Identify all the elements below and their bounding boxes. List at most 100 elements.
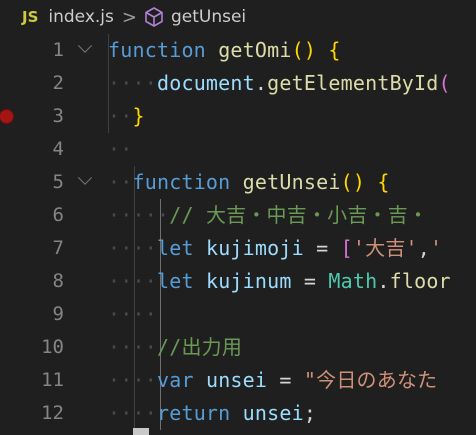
code-token: '大吉' bbox=[352, 236, 418, 260]
chevron-right-icon: > bbox=[121, 6, 137, 28]
code-text: ··} bbox=[108, 100, 145, 133]
line-number: 7 bbox=[52, 237, 64, 259]
line-number: 3 bbox=[52, 105, 64, 127]
code-token: getOmi bbox=[218, 38, 292, 62]
line-number: 1 bbox=[52, 39, 64, 61]
line-number: 2 bbox=[52, 72, 64, 94]
whitespace-dots: ···· bbox=[108, 368, 157, 392]
code-line[interactable]: 9 ···· bbox=[0, 298, 476, 331]
code-token: . bbox=[254, 71, 268, 95]
code-token: getElementById bbox=[267, 71, 439, 95]
whitespace-dots: ···· bbox=[108, 71, 157, 95]
code-token: // 大吉・中吉・小吉・吉・ bbox=[169, 203, 429, 227]
whitespace-dots: ···· bbox=[108, 335, 157, 359]
code-token: } bbox=[132, 104, 145, 128]
whitespace-dots: ···· bbox=[108, 236, 157, 260]
code-token: . bbox=[377, 269, 390, 293]
whitespace-dots: ···· bbox=[108, 401, 157, 425]
code-token: Math bbox=[328, 269, 378, 293]
whitespace-dots: ····· bbox=[108, 203, 170, 227]
code-token: function bbox=[108, 38, 206, 62]
code-text: ·· bbox=[108, 133, 132, 166]
code-token: () bbox=[340, 170, 366, 194]
code-token: = bbox=[303, 236, 341, 260]
horizontal-scrollbar-handle[interactable] bbox=[133, 428, 149, 435]
code-token: document bbox=[156, 71, 255, 95]
code-line[interactable]: 8 ····let kujinum = Math.floor bbox=[0, 265, 476, 298]
fold-chevron-icon[interactable] bbox=[77, 170, 93, 185]
code-line[interactable]: 11 ····var unsei = "今日のあなた bbox=[0, 364, 476, 397]
code-text: ····let kujinum = Math.floor bbox=[108, 265, 451, 298]
breadcrumb-file[interactable]: index.js bbox=[48, 7, 114, 27]
code-line[interactable]: 2 ····document.getElementById( bbox=[0, 67, 476, 100]
whitespace-dots: ·· bbox=[108, 137, 133, 161]
whitespace-dots: ···· bbox=[108, 302, 157, 326]
code-token: function bbox=[132, 170, 231, 194]
code-line[interactable]: 4 ·· bbox=[0, 133, 476, 166]
line-number: 11 bbox=[41, 369, 64, 391]
code-text: ····document.getElementById( bbox=[108, 67, 451, 100]
whitespace-dots: ·· bbox=[108, 104, 133, 128]
code-token: [ bbox=[340, 236, 353, 260]
code-token: let bbox=[156, 269, 194, 293]
code-line[interactable]: 6 ·····// 大吉・中吉・小吉・吉・ bbox=[0, 199, 476, 232]
code-token: kujimoji bbox=[205, 236, 304, 260]
code-text: ···· bbox=[108, 298, 157, 331]
code-token: ; bbox=[303, 401, 317, 425]
code-token: //出力用 bbox=[156, 335, 243, 359]
code-token: () bbox=[291, 38, 317, 62]
line-number: 12 bbox=[41, 402, 64, 424]
line-number: 5 bbox=[52, 171, 64, 193]
breadcrumb-symbol[interactable]: getUnsei bbox=[171, 7, 246, 27]
line-number: 9 bbox=[52, 303, 64, 325]
code-token: ( bbox=[438, 71, 451, 95]
code-text: ····//出力用 bbox=[108, 331, 242, 364]
whitespace-dots: ·· bbox=[108, 170, 133, 194]
code-text: function getOmi() { bbox=[108, 34, 341, 67]
code-token: getUnsei bbox=[242, 170, 341, 194]
code-token: var bbox=[156, 368, 194, 392]
code-line[interactable]: 10 ····//出力用 bbox=[0, 331, 476, 364]
code-token: { bbox=[328, 38, 341, 62]
line-number: 4 bbox=[52, 138, 64, 160]
code-text: ····return unsei; bbox=[108, 397, 316, 430]
code-text: ····let kujimoji = ['大吉',' bbox=[108, 232, 442, 265]
cube-icon bbox=[143, 6, 165, 28]
code-line[interactable]: 3 ··} bbox=[0, 100, 476, 133]
code-line[interactable]: 7 ····let kujimoji = ['大吉',' bbox=[0, 232, 476, 265]
code-token: kujinum bbox=[205, 269, 292, 293]
javascript-file-icon: JS bbox=[22, 8, 39, 26]
code-token: let bbox=[156, 236, 194, 260]
code-token: "今日のあなた bbox=[303, 368, 438, 392]
code-token: floor bbox=[389, 269, 451, 293]
code-token: = bbox=[291, 269, 329, 293]
code-token: { bbox=[377, 170, 390, 194]
whitespace-dots: ···· bbox=[108, 269, 157, 293]
code-token: unsei bbox=[205, 368, 268, 392]
code-text: ·····// 大吉・中吉・小吉・吉・ bbox=[108, 199, 428, 232]
fold-chevron-icon[interactable] bbox=[77, 38, 93, 53]
code-token: unsei bbox=[242, 401, 304, 425]
code-token: = bbox=[267, 368, 304, 392]
code-line[interactable]: 12 ····return unsei; bbox=[0, 397, 476, 430]
code-token: , bbox=[417, 236, 431, 260]
code-line[interactable]: 5 ··function getUnsei() { bbox=[0, 166, 476, 199]
line-number: 8 bbox=[52, 270, 64, 292]
breadcrumb: JS index.js > getUnsei bbox=[0, 0, 476, 34]
line-number: 10 bbox=[41, 336, 64, 358]
code-text: ··function getUnsei() { bbox=[108, 166, 390, 199]
code-token: ' bbox=[430, 236, 443, 260]
code-editor[interactable]: 1 function getOmi() {2 ····document.getEle… bbox=[0, 34, 476, 435]
code-text: ····var unsei = "今日のあなた bbox=[108, 364, 437, 397]
code-line[interactable]: 1 function getOmi() { bbox=[0, 34, 476, 67]
code-token: return bbox=[156, 401, 231, 425]
line-number: 6 bbox=[52, 204, 64, 226]
